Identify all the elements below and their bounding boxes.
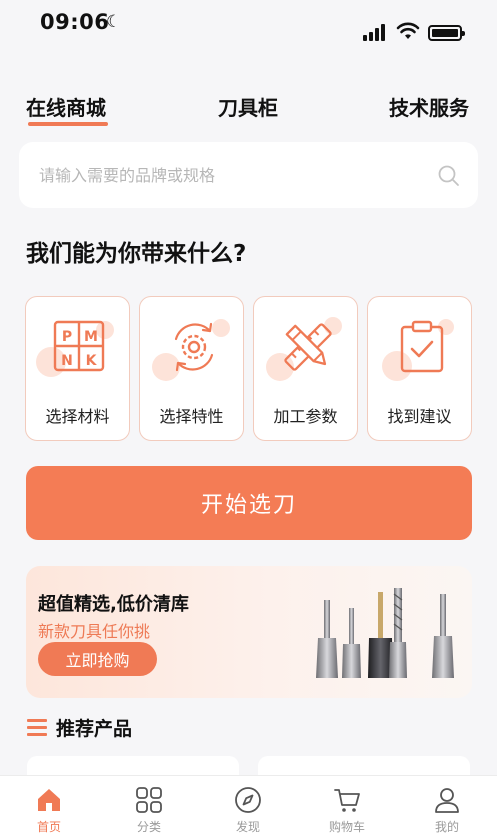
svg-text:K: K [86, 353, 98, 369]
nav-mine[interactable]: 我的 [407, 776, 487, 833]
section-heading: 我们能为你带来什么? [26, 241, 247, 267]
status-time: 09:06 [40, 10, 110, 34]
nav-cart[interactable]: 购物车 [307, 776, 387, 833]
cart-icon [334, 789, 360, 812]
nav-discover[interactable]: 发现 [208, 776, 288, 833]
battery-icon [428, 25, 465, 41]
list-icon [27, 719, 47, 737]
search-input[interactable] [39, 160, 419, 190]
tab-tech-service[interactable]: 技术服务 [389, 92, 469, 121]
feature-label: 加工参数 [273, 407, 338, 426]
banner-title: 超值精选,低价清库 [38, 594, 189, 615]
search-bar [19, 142, 478, 208]
buy-now-button[interactable]: 立即抢购 [38, 642, 157, 676]
tab-online-mall[interactable]: 在线商城 [26, 92, 106, 121]
category-grid-icon [136, 787, 162, 813]
promo-banner[interactable]: 超值精选,低价清库 新款刀具任你挑 立即抢购 [26, 566, 472, 698]
cutting-tools-image [316, 588, 454, 678]
profile-icon [435, 788, 459, 813]
bottom-navigation: 首页 分类 发现 购物车 我的 [0, 775, 497, 833]
compass-icon [235, 787, 261, 813]
clipboard-check-icon [400, 320, 444, 373]
top-tabs: 在线商城 刀具柜 技术服务 [0, 88, 497, 128]
wifi-icon [396, 22, 420, 39]
recommended-products-heading: 推荐产品 [56, 718, 133, 740]
home-icon [38, 789, 60, 811]
svg-text:N: N [61, 353, 73, 369]
feature-find-advice[interactable]: 找到建议 [367, 296, 472, 441]
feature-label: 选择材料 [45, 407, 110, 426]
search-icon[interactable] [437, 164, 461, 188]
status-bar: 09:06 ☾ [0, 0, 497, 50]
nav-label: 发现 [235, 820, 260, 833]
svg-text:P: P [62, 329, 72, 345]
gear-cycle-icon [174, 322, 214, 372]
material-grid-icon: P M N K [53, 320, 105, 372]
nav-label: 购物车 [328, 820, 365, 833]
ruler-pencil-icon [284, 323, 332, 371]
start-tool-selection-button[interactable]: 开始选刀 [26, 466, 472, 540]
nav-label: 首页 [36, 820, 61, 833]
nav-label: 我的 [434, 820, 459, 833]
tab-tool-cabinet[interactable]: 刀具柜 [218, 92, 278, 121]
feature-select-property[interactable]: 选择特性 [139, 296, 244, 441]
feature-label: 找到建议 [387, 407, 452, 426]
active-tab-indicator [28, 122, 108, 126]
nav-category[interactable]: 分类 [109, 776, 189, 833]
banner-subtitle: 新款刀具任你挑 [38, 622, 151, 641]
nav-home[interactable]: 首页 [9, 776, 89, 833]
moon-icon: ☾ [106, 12, 122, 32]
svg-text:M: M [84, 329, 98, 345]
nav-label: 分类 [136, 820, 161, 833]
feature-label: 选择特性 [159, 407, 224, 426]
feature-select-material[interactable]: P M N K 选择材料 [25, 296, 130, 441]
cellular-signal-icon [363, 23, 389, 41]
feature-machining-params[interactable]: 加工参数 [253, 296, 358, 441]
